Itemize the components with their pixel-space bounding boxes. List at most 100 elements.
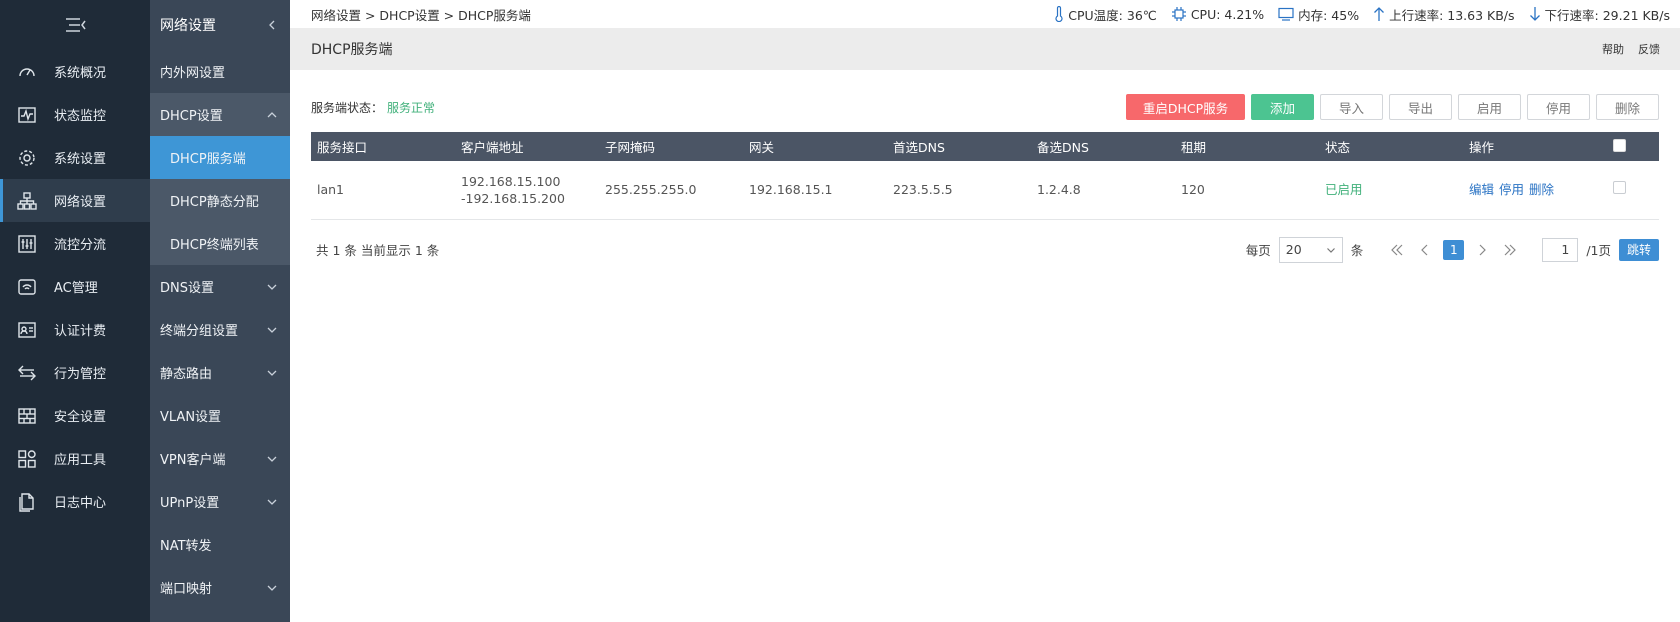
memory-value: 内存: 45% [1298,7,1360,23]
system-stats: CPU温度: 36℃ CPU: 4.21% 内存: 45% 上行速率: 13.6… [1054,5,1670,24]
nav-item-ac[interactable]: AC管理 [0,265,150,308]
jump-button[interactable]: 跳转 [1618,238,1659,261]
submenu-item-upnp[interactable]: UPnP设置 [150,480,290,523]
submenu-item-dhcp-clients[interactable]: DHCP终端列表 [150,222,290,265]
total-pages: /1页 [1586,243,1611,258]
submenu-item-terminal-groups[interactable]: 终端分组设置 [150,308,290,351]
pulse-icon [16,104,38,126]
per-page-label: 每页 [1245,243,1271,258]
nav-item-behavior[interactable]: 行为管控 [0,351,150,394]
table-row: lan1 192.168.15.100 -192.168.15.200 255.… [311,161,1659,220]
restart-dhcp-button[interactable]: 重启DHCP服务 [1126,94,1245,120]
submenu-item-vpn-client[interactable]: VPN客户端 [150,437,290,480]
nav-item-network[interactable]: 网络设置 [0,179,150,222]
nav-label: 应用工具 [54,453,107,468]
first-page-icon[interactable] [1387,240,1407,260]
monitor-icon [1278,7,1294,21]
pagination: 共 1 条 当前显示 1 条 每页 20 条 1 1 /1页 跳转 [311,220,1659,280]
page-title: DHCP服务端 [311,42,393,58]
col-header-status: 状态 [1325,140,1351,155]
nav-item-auth[interactable]: 认证计费 [0,308,150,351]
last-page-icon[interactable] [1500,240,1520,260]
disable-link[interactable]: 停用 [1499,182,1524,197]
col-header-gateway: 网关 [749,140,775,155]
feedback-link[interactable]: 反馈 [1638,41,1660,57]
pagination-controls: 每页 20 条 1 1 /1页 跳转 [1245,236,1659,263]
submenu-label: DHCP服务端 [170,152,246,167]
page-number-current[interactable]: 1 [1443,239,1465,260]
submenu-item-dhcp[interactable]: DHCP设置 [150,93,290,136]
nav-item-system-settings[interactable]: 系统设置 [0,136,150,179]
chevron-left-icon[interactable] [266,19,278,31]
chevron-down-icon [1326,247,1335,253]
select-all-checkbox[interactable] [1613,138,1626,152]
cell-primary-dns: 223.5.5.5 [887,161,1031,220]
submenu-item-static-route[interactable]: 静态路由 [150,351,290,394]
submenu-label: VLAN设置 [160,410,222,425]
next-page-icon[interactable] [1472,240,1492,260]
download-value: 下行速率: 29.21 KB/s [1544,7,1670,23]
range-start: 192.168.15.100 [461,173,561,189]
submenu-label: DHCP终端列表 [170,238,259,253]
submenu-header[interactable]: 网络设置 [150,0,290,50]
nav-item-logs[interactable]: 日志中心 [0,480,150,523]
nav-item-overview[interactable]: 系统概况 [0,50,150,93]
submenu-item-dns[interactable]: DNS设置 [150,265,290,308]
col-header-interface: 服务接口 [317,140,368,155]
arrow-down-icon [1529,7,1540,21]
col-header-select [1607,132,1659,161]
thermometer-icon [1055,6,1063,22]
help-link[interactable]: 帮助 [1602,41,1624,57]
submenu-item-vlan[interactable]: VLAN设置 [150,394,290,437]
submenu-item-dhcp-server[interactable]: DHCP服务端 [150,136,290,179]
enable-button[interactable]: 启用 [1458,94,1521,120]
disable-button[interactable]: 停用 [1527,94,1590,120]
nav-item-tools[interactable]: 应用工具 [0,437,150,480]
submenu-item-nat[interactable]: NAT转发 [150,523,290,566]
log-icon [16,491,38,513]
cell-gateway: 192.168.15.1 [743,161,887,220]
col-header-mask: 子网掩码 [605,140,656,155]
submenu-label: NAT转发 [160,539,212,554]
add-button[interactable]: 添加 [1251,94,1314,120]
nav-item-security[interactable]: 安全设置 [0,394,150,437]
firewall-icon [16,405,38,427]
delete-button[interactable]: 删除 [1596,94,1659,120]
submenu-label: VPN客户端 [160,453,226,468]
submenu-item-port-mapping[interactable]: 端口映射 [150,566,290,609]
cell-actions: 编辑 停用 删除 [1463,161,1607,220]
network-icon [16,190,38,212]
nav-item-flow-control[interactable]: 流控分流 [0,222,150,265]
nav-label: 状态监控 [54,109,107,124]
per-page-select[interactable]: 20 [1278,236,1343,263]
nav-item-monitor[interactable]: 状态监控 [0,93,150,136]
per-page-unit: 条 [1350,243,1364,258]
record-summary: 共 1 条 当前显示 1 条 [316,243,440,258]
page-title-bar: DHCP服务端 帮助 反馈 [290,28,1680,70]
cell-secondary-dns: 1.2.4.8 [1031,161,1175,220]
col-header-secondary-dns: 备选DNS [1037,140,1089,155]
submenu-label: 终端分组设置 [160,324,239,339]
export-button[interactable]: 导出 [1389,94,1452,120]
page-jump-input[interactable]: 1 [1542,237,1579,262]
cpu-value: CPU: 4.21% [1190,6,1265,22]
import-button[interactable]: 导入 [1320,94,1383,120]
chevron-down-icon [267,499,277,505]
cpu-temp-value: CPU温度: 36℃ [1068,7,1157,23]
per-page-value: 20 [1285,242,1302,257]
wifi-icon [16,276,38,298]
nav-label: 日志中心 [54,496,107,511]
chevron-down-icon [267,585,277,591]
submenu: 网络设置 内外网设置 DHCP设置 DHCP服务端 DHCP静态分配 DHCP终… [150,0,290,622]
menu-collapse-icon[interactable] [0,0,150,50]
submenu-item-dhcp-static[interactable]: DHCP静态分配 [150,179,290,222]
row-checkbox[interactable] [1613,181,1626,195]
memory-stat: 内存: 45% [1278,5,1359,24]
submenu-label: 端口映射 [160,582,213,597]
delete-link[interactable]: 删除 [1529,182,1554,197]
submenu-item-lan-wan[interactable]: 内外网设置 [150,50,290,93]
gauge-icon [16,61,38,83]
edit-link[interactable]: 编辑 [1469,182,1494,197]
prev-page-icon[interactable] [1415,240,1435,260]
col-header-lease: 租期 [1181,140,1207,155]
